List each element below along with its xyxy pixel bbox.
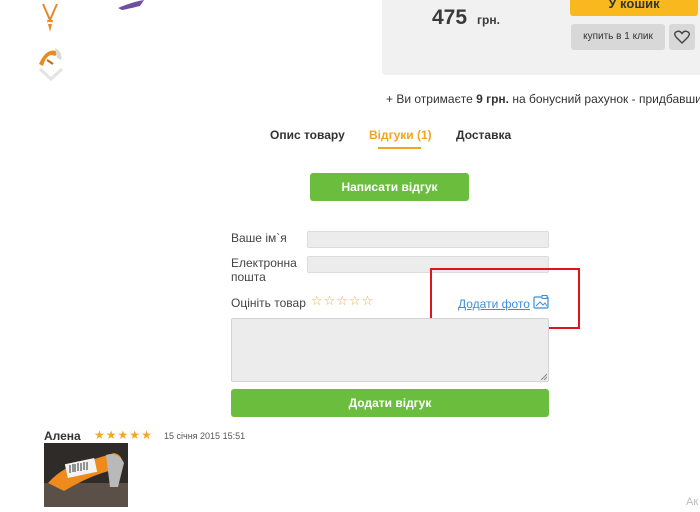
- review-rating: ★ ★ ★ ★ ★: [94, 429, 152, 441]
- bonus-info: + Ви отримаєте 9 грн. на бонусний рахуно…: [386, 92, 700, 106]
- name-label: Ваше ім`я: [231, 231, 287, 245]
- add-to-cart-button[interactable]: У кошик: [570, 0, 698, 16]
- rating-label: Оцініть товар: [231, 296, 306, 310]
- heart-icon: [674, 30, 690, 44]
- tab-reviews[interactable]: Відгуки (1): [369, 128, 432, 142]
- write-review-button[interactable]: Написати відгук: [310, 173, 469, 201]
- product-price: 475: [432, 6, 468, 29]
- review-author: Алена: [44, 429, 81, 443]
- star-filled-icon: ★: [94, 428, 105, 442]
- submit-review-button[interactable]: Додати відгук: [231, 389, 549, 417]
- product-thumbnail-1[interactable]: [33, 0, 67, 34]
- name-input[interactable]: [307, 231, 549, 248]
- email-label: Електронна пошта: [231, 256, 297, 284]
- star-outline-icon[interactable]: ☆: [362, 294, 374, 308]
- active-tab-indicator: [378, 147, 421, 149]
- star-outline-icon[interactable]: ☆: [311, 294, 323, 308]
- bonus-amount: 9 грн.: [476, 92, 510, 106]
- rating-stars-input[interactable]: ☆ ☆ ☆ ☆ ☆: [311, 294, 373, 308]
- star-filled-icon: ★: [117, 428, 129, 442]
- star-outline-icon[interactable]: ☆: [349, 294, 361, 308]
- wishlist-button[interactable]: [669, 24, 695, 50]
- star-filled-icon: ★: [129, 428, 141, 442]
- review-text-input[interactable]: [231, 318, 549, 382]
- tab-delivery[interactable]: Доставка: [456, 128, 511, 142]
- star-outline-icon[interactable]: ☆: [336, 294, 348, 308]
- review-photo[interactable]: [44, 443, 128, 507]
- price-currency: грн.: [477, 13, 500, 27]
- review-date: 15 січня 2015 15:51: [164, 431, 246, 441]
- corner-label: Ак: [686, 496, 699, 508]
- one-click-buy-button[interactable]: купить в 1 клик: [571, 24, 665, 50]
- tab-description[interactable]: Опис товару: [270, 128, 345, 142]
- star-filled-icon: ★: [141, 428, 152, 442]
- review-photo-image: [44, 443, 128, 507]
- resize-grip-icon[interactable]: [540, 373, 547, 380]
- product-image-edge: [118, 0, 144, 10]
- star-filled-icon: ★: [105, 428, 117, 442]
- chevron-down-icon[interactable]: [38, 66, 64, 82]
- bonus-prefix: + Ви отримаєте: [386, 92, 473, 106]
- bonus-suffix: на бонусний рахунок - придбавши це: [512, 92, 700, 106]
- star-outline-icon[interactable]: ☆: [324, 294, 336, 308]
